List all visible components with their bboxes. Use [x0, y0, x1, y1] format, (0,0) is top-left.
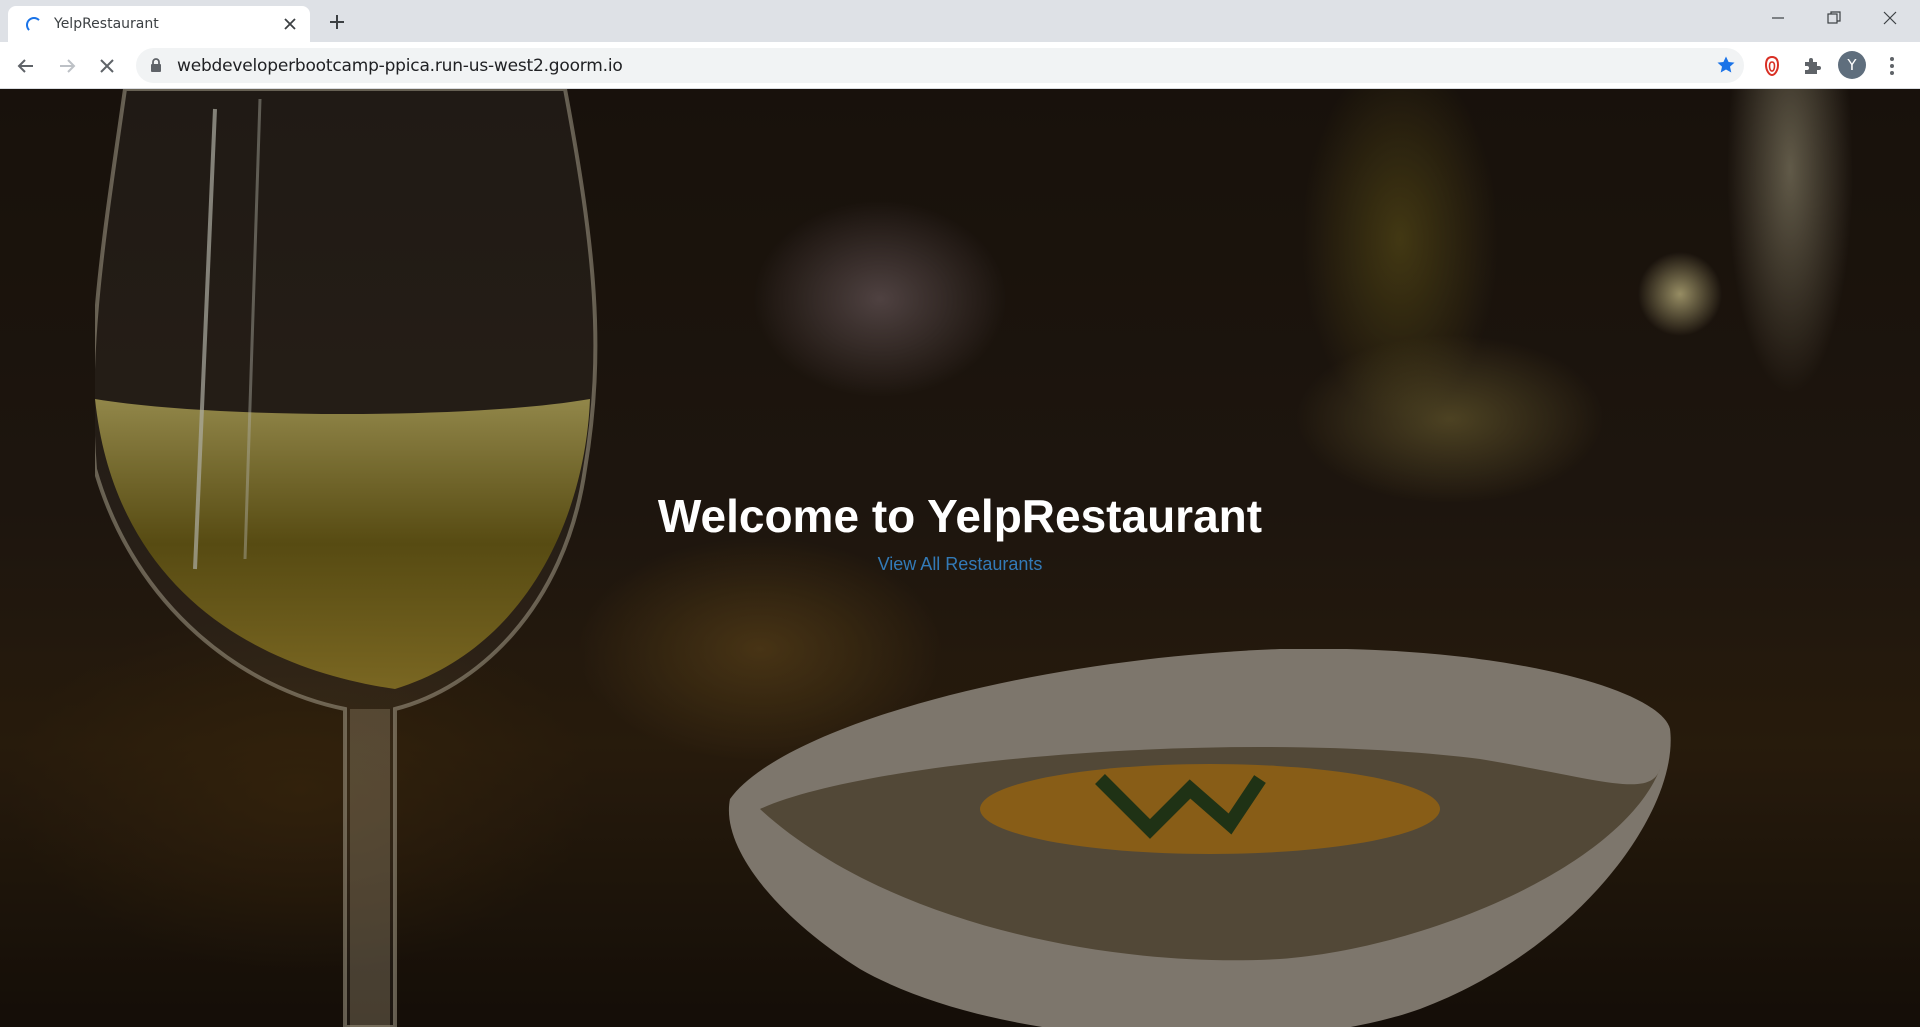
page-title: Welcome to YelpRestaurant: [657, 490, 1263, 542]
red-extension-icon[interactable]: [1758, 52, 1786, 80]
back-arrow-icon[interactable]: [12, 52, 40, 80]
forward-arrow-icon[interactable]: [53, 52, 81, 80]
puzzle-extensions-icon[interactable]: [1798, 52, 1826, 80]
close-window-icon[interactable]: [1862, 0, 1918, 36]
lock-icon[interactable]: [150, 58, 162, 77]
tab-strip: YelpRestaurant: [0, 0, 1920, 42]
landing-page: Welcome to YelpRestaurant View All Resta…: [0, 89, 1920, 1027]
view-all-restaurants-link[interactable]: View All Restaurants: [878, 554, 1043, 574]
stop-loading-icon[interactable]: [93, 52, 121, 80]
hero-section: Welcome to YelpRestaurant View All Resta…: [0, 89, 1920, 1027]
address-bar[interactable]: webdeveloperbootcamp-ppica.run-us-west2.…: [136, 48, 1744, 83]
tab-title: YelpRestaurant: [54, 16, 159, 32]
kebab-menu-icon[interactable]: [1878, 52, 1906, 80]
browser-toolbar: webdeveloperbootcamp-ppica.run-us-west2.…: [0, 42, 1920, 89]
close-tab-icon[interactable]: [280, 14, 300, 34]
restore-icon[interactable]: [1806, 0, 1862, 36]
loading-spinner-icon: [26, 17, 42, 33]
minimize-icon[interactable]: [1750, 0, 1806, 36]
browser-tab[interactable]: YelpRestaurant: [8, 6, 310, 42]
new-tab-plus-icon[interactable]: [325, 10, 349, 34]
profile-avatar[interactable]: Y: [1838, 51, 1866, 79]
bookmark-star-icon[interactable]: [1714, 53, 1738, 77]
url-text[interactable]: webdeveloperbootcamp-ppica.run-us-west2.…: [177, 56, 623, 76]
